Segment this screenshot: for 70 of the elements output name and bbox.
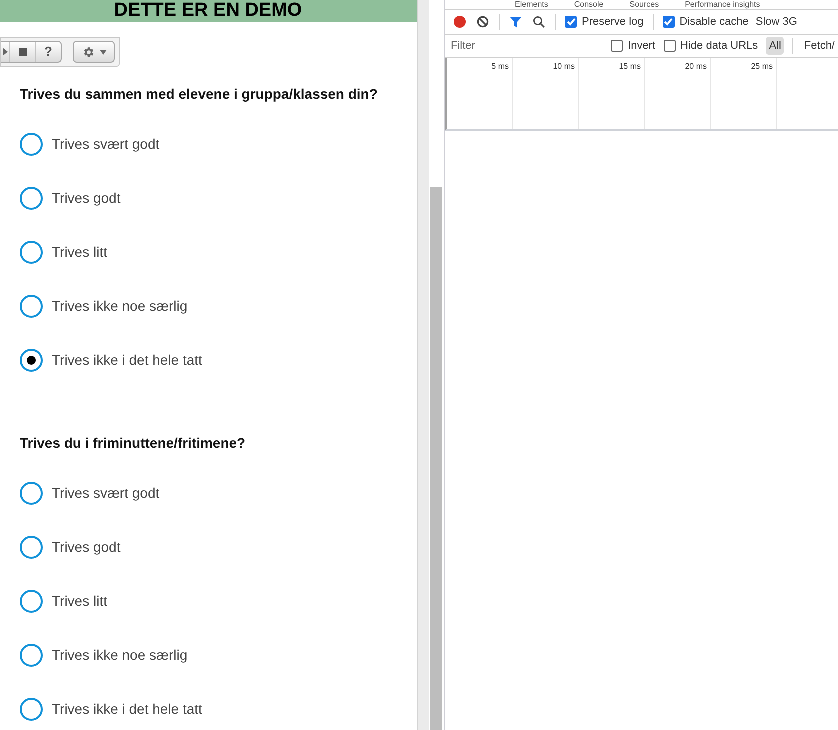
radio-button[interactable]	[20, 240, 43, 264]
devtools-tab[interactable]: Elements	[515, 0, 548, 9]
option-label: Trives ikke i det hele tatt	[52, 700, 202, 718]
settings-icon	[82, 46, 94, 58]
invert-checkbox[interactable]: Invert	[611, 38, 656, 54]
checkbox[interactable]	[664, 40, 676, 52]
devtools-tab[interactable]: Console	[574, 0, 604, 9]
question-text: Trives du sammen med elevene i gruppa/klassen din?	[20, 85, 379, 104]
throttling-dropdown[interactable]: Slow 3G	[756, 14, 798, 30]
answer-option[interactable]: Trives godt	[20, 520, 417, 574]
clear-button[interactable]	[476, 15, 490, 29]
answer-option[interactable]: Trives litt	[20, 574, 417, 628]
settings-dropdown[interactable]	[73, 41, 115, 63]
disable-cache-checkbox[interactable]: Disable cache	[662, 14, 749, 30]
radio-button[interactable]	[20, 348, 43, 372]
record-button[interactable]	[453, 15, 468, 29]
devtools-tab[interactable]: Performance insights	[685, 0, 760, 9]
answer-option[interactable]: Trives ikke i det hele tatt	[20, 333, 417, 387]
scrollbar-thumb[interactable]	[430, 187, 442, 730]
radio-button[interactable]	[20, 186, 43, 210]
hide-data-urls-checkbox[interactable]: Hide data URLs	[664, 38, 758, 54]
radio-button[interactable]	[20, 698, 43, 720]
clear-icon	[477, 16, 490, 28]
search-icon	[533, 16, 546, 28]
option-label: Trives ikke noe særlig	[52, 296, 188, 316]
answer-option[interactable]: Trives svært godt	[20, 466, 417, 520]
search-button[interactable]	[532, 15, 546, 29]
filter-icon	[510, 16, 522, 28]
timeline-tick-label: 15 ms	[619, 62, 642, 72]
banner-title: DETTE ER EN DEMO	[114, 0, 302, 22]
radio-button[interactable]	[20, 294, 43, 318]
answer-option[interactable]: Trives svært godt	[20, 117, 417, 171]
checkbox-label: Hide data URLs	[680, 38, 758, 54]
timeline-tick-label: 5 ms	[492, 62, 510, 72]
option-label: Trives svært godt	[52, 484, 160, 503]
option-label: Trives ikke noe særlig	[52, 646, 188, 665]
type-filter-button[interactable]: Fetch/	[801, 37, 838, 55]
checkbox[interactable]	[662, 16, 675, 28]
answer-option[interactable]: Trives ikke noe særlig	[20, 279, 417, 333]
radio-button[interactable]	[20, 644, 43, 666]
option-label: Trives ikke i det hele tatt	[52, 350, 202, 370]
option-label: Trives svært godt	[52, 134, 160, 154]
radio-button[interactable]	[20, 132, 43, 156]
checkbox-label: Disable cache	[680, 14, 749, 30]
checkbox-label: Preserve log	[582, 14, 644, 30]
radio-button[interactable]	[20, 482, 43, 504]
answer-option[interactable]: Trives ikke noe særlig	[20, 628, 417, 682]
checkbox[interactable]	[565, 16, 578, 28]
preserve-log-checkbox[interactable]: Preserve log	[565, 14, 644, 30]
filter-button[interactable]	[509, 15, 524, 29]
stop-icon	[18, 48, 26, 56]
answer-option[interactable]: Trives ikke i det hele tatt	[20, 682, 417, 730]
radio-button[interactable]	[20, 536, 43, 558]
devtools-tab[interactable]: Sources	[630, 0, 660, 9]
checkbox-label: Invert	[628, 38, 656, 54]
question-text: Trives du i friminuttene/fritimene?	[20, 434, 247, 453]
option-label: Trives godt	[52, 538, 121, 557]
type-filter-button[interactable]: All	[766, 37, 784, 55]
answer-option[interactable]: Trives litt	[20, 225, 417, 279]
option-label: Trives litt	[52, 592, 108, 610]
play-icon	[2, 48, 8, 56]
checkbox[interactable]	[611, 40, 624, 52]
timeline-tick-label: 25 ms	[751, 62, 774, 72]
caret-icon	[100, 50, 106, 54]
option-label: Trives litt	[52, 242, 108, 262]
timeline-tick-label: 20 ms	[685, 62, 708, 72]
answer-option[interactable]: Trives godt	[20, 171, 417, 225]
option-label: Trives godt	[52, 188, 121, 208]
radio-button[interactable]	[20, 590, 43, 612]
timeline-tick-label: 10 ms	[553, 62, 576, 72]
